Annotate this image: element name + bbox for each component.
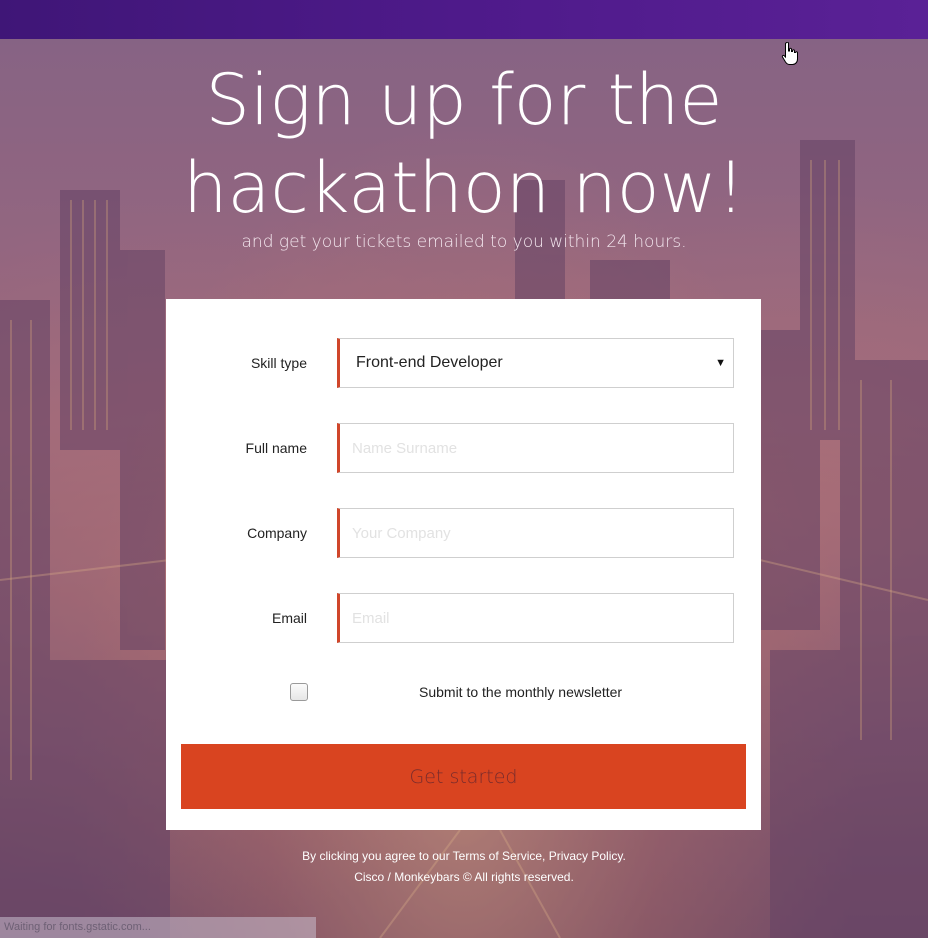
page-subtitle: and get your tickets emailed to you with… [241,232,687,252]
copyright-text: Cisco / Monkeybars © All rights reserved… [354,870,574,884]
skill-type-selected-value: Front-end Developer [356,354,503,371]
full-name-field-wrapper [337,423,734,473]
footer: By clicking you agree to our Terms of Se… [0,846,928,888]
skill-type-label: Skill type [250,355,307,371]
terms-text: By clicking you agree to our Terms of Se… [302,849,626,863]
company-row: Company [166,508,761,558]
newsletter-checkbox[interactable] [290,683,308,701]
company-input[interactable] [340,509,722,557]
hand-pointer-icon [781,41,799,71]
full-name-input[interactable] [340,424,722,472]
newsletter-label: Submit to the monthly newsletter [419,684,623,700]
email-input[interactable] [340,594,722,642]
page-title: Sign up for the hackathon now! [0,56,928,232]
browser-status-bar: Waiting for fonts.gstatic.com... [0,917,316,938]
page-title-line-2: hackathon now! [183,147,745,229]
company-label: Company [247,525,307,541]
signup-form: Skill type Front-end Developer ▼ Full na… [166,299,761,830]
company-field-wrapper [337,508,734,558]
email-field-wrapper [337,593,734,643]
top-bar [0,0,928,39]
full-name-row: Full name [166,423,761,473]
triangle-down-icon: ▼ [715,357,726,369]
page: Sign up for the hackathon now! and get y… [0,0,928,938]
get-started-button[interactable]: Get started [181,744,746,809]
skill-type-row: Skill type Front-end Developer ▼ [166,338,761,388]
skill-type-select[interactable]: Front-end Developer ▼ [337,338,734,388]
full-name-label: Full name [245,440,307,456]
email-row: Email [166,593,761,643]
email-label: Email [271,610,307,626]
